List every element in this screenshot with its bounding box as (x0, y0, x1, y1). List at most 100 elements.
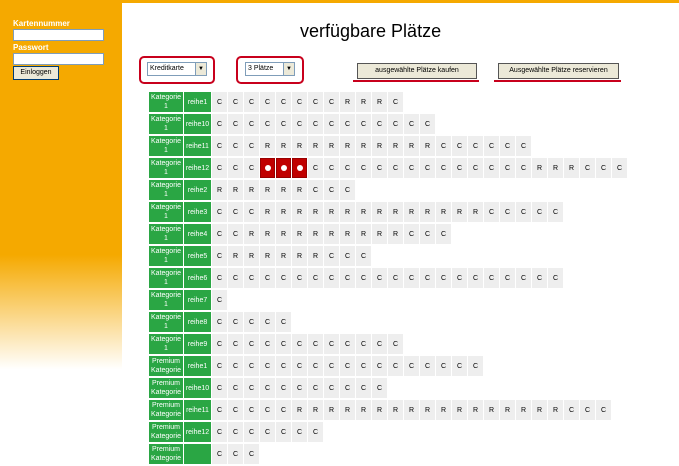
seat-free[interactable]: C (212, 356, 227, 376)
seat-free[interactable]: C (308, 180, 323, 200)
seat-free[interactable]: C (372, 114, 387, 134)
seat-free[interactable]: C (244, 334, 259, 354)
seat-free[interactable]: C (276, 378, 291, 398)
seat-free[interactable]: C (388, 356, 403, 376)
seat-free[interactable]: C (212, 334, 227, 354)
seat-free[interactable]: C (260, 378, 275, 398)
seat-free[interactable]: C (212, 444, 227, 464)
places-select[interactable]: 3 Plätze ▼ (245, 62, 295, 76)
seat-free[interactable]: C (276, 268, 291, 288)
seat-free[interactable]: C (356, 378, 371, 398)
seat-free[interactable]: C (324, 180, 339, 200)
seat-free[interactable]: C (564, 400, 579, 420)
seat-free[interactable]: C (324, 158, 339, 178)
seat-free[interactable]: C (308, 114, 323, 134)
seat-free[interactable]: C (228, 400, 243, 420)
seat-free[interactable]: C (420, 224, 435, 244)
seat-free[interactable]: C (244, 312, 259, 332)
password-input[interactable] (13, 53, 104, 65)
seat-free[interactable]: C (228, 444, 243, 464)
seat-free[interactable]: C (212, 268, 227, 288)
seat-free[interactable]: C (212, 378, 227, 398)
seat-free[interactable]: C (244, 356, 259, 376)
seat-free[interactable]: C (452, 158, 467, 178)
seat-free[interactable]: C (260, 334, 275, 354)
seat-free[interactable]: C (212, 114, 227, 134)
seat-free[interactable]: C (484, 158, 499, 178)
seat-free[interactable]: C (436, 268, 451, 288)
seat-free[interactable]: C (388, 268, 403, 288)
seat-free[interactable]: C (308, 356, 323, 376)
seat-free[interactable]: C (420, 268, 435, 288)
seat-free[interactable]: C (500, 136, 515, 156)
seat-free[interactable]: C (308, 378, 323, 398)
seat-free[interactable]: C (516, 136, 531, 156)
seat-free[interactable]: C (388, 92, 403, 112)
seat-free[interactable]: C (276, 356, 291, 376)
seat-free[interactable]: C (404, 224, 419, 244)
buy-button[interactable]: ausgewählte Plätze kaufen (357, 63, 477, 79)
seat-free[interactable]: C (228, 422, 243, 442)
seat-selected[interactable] (292, 158, 307, 178)
seat-free[interactable]: C (612, 158, 627, 178)
seat-free[interactable]: C (244, 92, 259, 112)
seat-free[interactable]: C (212, 312, 227, 332)
seat-free[interactable]: C (596, 158, 611, 178)
seat-free[interactable]: C (212, 422, 227, 442)
seat-free[interactable]: C (228, 224, 243, 244)
seat-free[interactable]: C (212, 400, 227, 420)
seat-free[interactable]: C (292, 334, 307, 354)
seat-free[interactable]: C (532, 268, 547, 288)
seat-free[interactable]: C (260, 312, 275, 332)
seat-free[interactable]: C (212, 92, 227, 112)
seat-free[interactable]: C (324, 378, 339, 398)
seat-free[interactable]: C (388, 158, 403, 178)
seat-free[interactable]: C (228, 268, 243, 288)
payment-select[interactable]: Kreditkarte ▼ (147, 62, 207, 76)
seat-free[interactable]: C (356, 158, 371, 178)
seat-free[interactable]: C (260, 422, 275, 442)
seat-free[interactable]: C (468, 268, 483, 288)
reserve-button[interactable]: Ausgewählte Plätze reservieren (498, 63, 619, 79)
seat-free[interactable]: C (452, 356, 467, 376)
seat-free[interactable]: C (212, 202, 227, 222)
seat-free[interactable]: C (356, 334, 371, 354)
seat-free[interactable]: C (228, 114, 243, 134)
seat-free[interactable]: C (468, 158, 483, 178)
seat-free[interactable]: C (276, 114, 291, 134)
seat-free[interactable]: C (244, 444, 259, 464)
seat-free[interactable]: C (308, 422, 323, 442)
seat-free[interactable]: C (244, 422, 259, 442)
seat-free[interactable]: C (324, 268, 339, 288)
seat-free[interactable]: C (436, 356, 451, 376)
seat-free[interactable]: C (356, 268, 371, 288)
seat-free[interactable]: C (244, 400, 259, 420)
seat-free[interactable]: C (484, 202, 499, 222)
seat-free[interactable]: C (500, 158, 515, 178)
seat-free[interactable]: C (596, 400, 611, 420)
seat-free[interactable]: C (212, 158, 227, 178)
seat-free[interactable]: C (260, 92, 275, 112)
seat-free[interactable]: C (228, 356, 243, 376)
seat-free[interactable]: C (292, 92, 307, 112)
seat-free[interactable]: C (452, 136, 467, 156)
seat-free[interactable]: C (244, 158, 259, 178)
seat-free[interactable]: C (452, 268, 467, 288)
seat-free[interactable]: C (372, 356, 387, 376)
seat-selected[interactable] (260, 158, 275, 178)
seat-free[interactable]: C (404, 268, 419, 288)
seat-free[interactable]: C (228, 312, 243, 332)
seat-free[interactable]: C (324, 246, 339, 266)
seat-free[interactable]: C (340, 334, 355, 354)
seat-free[interactable]: C (212, 224, 227, 244)
seat-free[interactable]: C (340, 158, 355, 178)
seat-free[interactable]: C (580, 400, 595, 420)
seat-free[interactable]: C (276, 422, 291, 442)
seat-free[interactable]: C (292, 268, 307, 288)
seat-free[interactable]: C (276, 92, 291, 112)
seat-free[interactable]: C (324, 356, 339, 376)
seat-free[interactable]: C (372, 268, 387, 288)
seat-free[interactable]: C (388, 334, 403, 354)
seat-free[interactable]: C (228, 92, 243, 112)
seat-free[interactable]: C (516, 158, 531, 178)
